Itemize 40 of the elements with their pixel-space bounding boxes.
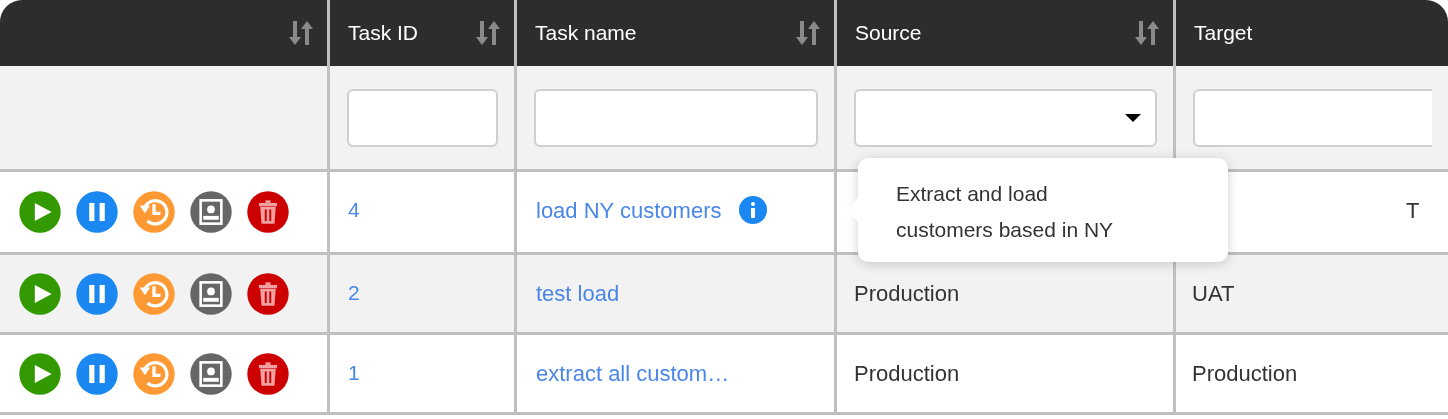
task-name-link[interactable]: load NY customers [536, 194, 722, 227]
column-header[interactable]: Task ID [348, 17, 418, 49]
table-cell: Production [854, 281, 960, 306]
trash-icon[interactable] [246, 351, 290, 396]
filter-field[interactable] [347, 88, 498, 147]
pause-icon[interactable] [75, 351, 119, 396]
history-icon[interactable] [132, 190, 176, 234]
pause-icon[interactable] [75, 190, 119, 234]
sort-icon[interactable] [796, 19, 820, 47]
pause-icon[interactable] [75, 271, 119, 316]
column-header[interactable]: Task name [535, 17, 637, 49]
task-id-link[interactable]: 2 [348, 281, 360, 304]
tooltip-text: Extract and load customers based in NY [896, 181, 1115, 243]
play-icon[interactable] [18, 351, 62, 396]
filter-field[interactable] [534, 88, 818, 147]
history-icon[interactable] [132, 351, 176, 396]
sort-icon[interactable] [476, 19, 500, 47]
profile-icon[interactable] [189, 351, 233, 396]
column-header[interactable]: Target [1194, 17, 1253, 49]
play-icon[interactable] [18, 271, 62, 316]
filter-field[interactable] [1193, 88, 1432, 147]
play-icon[interactable] [18, 190, 62, 234]
table-cell: Production [854, 361, 960, 386]
task-id-link[interactable]: 1 [348, 361, 360, 384]
column-header[interactable]: Source [855, 17, 922, 49]
profile-icon[interactable] [189, 271, 233, 316]
task-name-link[interactable]: extract all custom… [536, 357, 730, 390]
table-cell: Production [1192, 361, 1298, 386]
trash-icon[interactable] [246, 190, 290, 234]
trash-icon[interactable] [246, 271, 290, 316]
table-cell: UAT [1192, 281, 1235, 306]
task-id-link[interactable]: 4 [348, 198, 360, 221]
history-icon[interactable] [132, 271, 176, 316]
info-icon[interactable] [739, 196, 768, 224]
sort-icon[interactable] [289, 19, 313, 47]
caret-icon [1125, 113, 1141, 122]
sort-icon[interactable] [1135, 19, 1159, 47]
table-cell: T [1406, 198, 1420, 223]
profile-icon[interactable] [189, 190, 233, 234]
task-name-link[interactable]: test load [536, 277, 620, 310]
